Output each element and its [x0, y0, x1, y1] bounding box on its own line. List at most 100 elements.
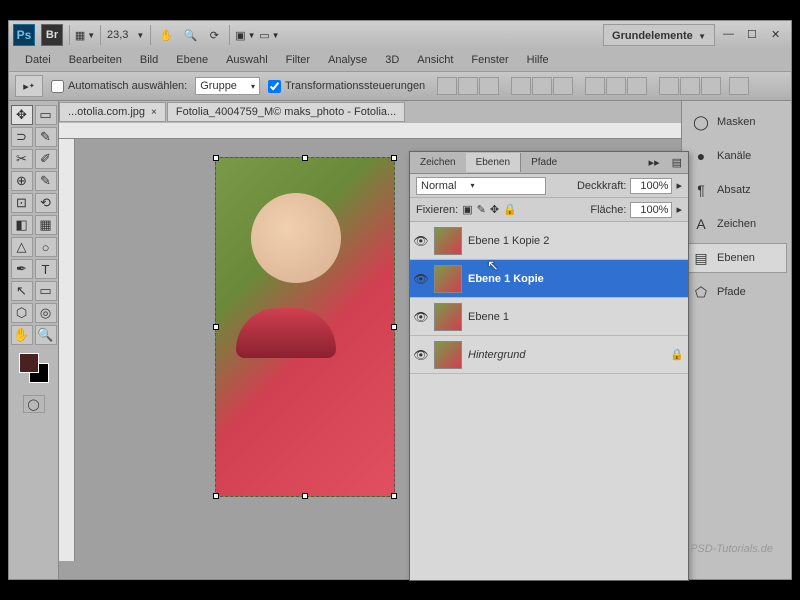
layer-row[interactable]: 👁 Hintergrund 🔒 — [410, 336, 688, 374]
menu-bearbeiten[interactable]: Bearbeiten — [61, 51, 130, 69]
visibility-eye-icon[interactable]: 👁 — [414, 348, 428, 362]
quick-select-tool[interactable]: ✎ — [35, 127, 57, 147]
distribute-btn[interactable] — [585, 77, 605, 95]
blur-tool[interactable]: △ — [11, 237, 33, 257]
menu-3d[interactable]: 3D — [377, 51, 407, 69]
distribute-btn[interactable] — [606, 77, 626, 95]
layer-thumbnail[interactable] — [434, 303, 462, 331]
heal-tool[interactable]: ⊕ — [11, 171, 33, 191]
auto-align-btn[interactable] — [729, 77, 749, 95]
arrange-icon[interactable]: ▣▼ — [236, 26, 254, 44]
align-btn[interactable] — [511, 77, 531, 95]
doc-tab[interactable]: ...otolia.com.jpg× — [59, 102, 166, 122]
hand-tool-icon[interactable]: ✋ — [157, 26, 175, 44]
blend-mode-select[interactable]: Normal▾ — [416, 177, 546, 195]
menu-ebene[interactable]: Ebene — [168, 51, 216, 69]
panel-collapse-icon[interactable]: ▸▸ — [643, 156, 666, 169]
lock-pixels-icon[interactable]: ✎ — [477, 203, 486, 216]
menu-hilfe[interactable]: Hilfe — [519, 51, 557, 69]
menu-filter[interactable]: Filter — [278, 51, 318, 69]
visibility-eye-icon[interactable]: 👁 — [414, 272, 428, 286]
maximize-icon[interactable]: ☐ — [747, 28, 761, 42]
lasso-tool[interactable]: ⊃ — [11, 127, 33, 147]
layer-row[interactable]: 👁 Ebene 1 Kopie — [410, 260, 688, 298]
doc-tab[interactable]: Fotolia_4004759_M© maks_photo - Fotolia.… — [167, 102, 405, 122]
distribute-btn[interactable] — [680, 77, 700, 95]
minimize-icon[interactable]: — — [723, 28, 737, 42]
align-btn[interactable] — [437, 77, 457, 95]
layers-panel[interactable]: Zeichen Ebenen Pfade ▸▸ ▤ Normal▾ Deckkr… — [409, 151, 689, 581]
align-btn[interactable] — [553, 77, 573, 95]
pen-tool[interactable]: ✒ — [11, 259, 33, 279]
type-tool[interactable]: T — [35, 259, 57, 279]
hand-tool[interactable]: ✋ — [11, 325, 33, 345]
opacity-value[interactable]: 100% — [630, 178, 672, 194]
layout-icon[interactable]: ▦▼ — [76, 26, 94, 44]
distribute-btn[interactable] — [627, 77, 647, 95]
lock-position-icon[interactable]: ✥ — [490, 203, 499, 216]
stamp-tool[interactable]: ⊡ — [11, 193, 33, 213]
marquee-tool[interactable]: ▭ — [35, 105, 57, 125]
3d-camera-tool[interactable]: ◎ — [35, 303, 57, 323]
menu-ansicht[interactable]: Ansicht — [409, 51, 461, 69]
quick-mask-icon[interactable]: ◯ — [23, 395, 45, 413]
layer-row[interactable]: 👁 Ebene 1 — [410, 298, 688, 336]
distribute-btn[interactable] — [701, 77, 721, 95]
dock-kanaele[interactable]: ●Kanäle — [686, 141, 787, 171]
layer-thumbnail[interactable] — [434, 341, 462, 369]
tab-pfade[interactable]: Pfade — [521, 153, 567, 172]
close-tab-icon[interactable]: × — [151, 107, 157, 118]
align-btn[interactable] — [532, 77, 552, 95]
shape-tool[interactable]: ▭ — [35, 281, 57, 301]
move-tool[interactable]: ✥ — [11, 105, 33, 125]
crop-tool[interactable]: ✂ — [11, 149, 33, 169]
path-select-tool[interactable]: ↖ — [11, 281, 33, 301]
distribute-btn[interactable] — [659, 77, 679, 95]
tab-ebenen[interactable]: Ebenen — [466, 153, 521, 172]
dock-absatz[interactable]: ¶Absatz — [686, 175, 787, 205]
align-btn[interactable] — [479, 77, 499, 95]
layer-row[interactable]: 👁 Ebene 1 Kopie 2 — [410, 222, 688, 260]
gradient-tool[interactable]: ▦ — [35, 215, 57, 235]
eraser-tool[interactable]: ◧ — [11, 215, 33, 235]
dock-zeichen[interactable]: AZeichen — [686, 209, 787, 239]
menu-datei[interactable]: Datei — [17, 51, 59, 69]
panel-menu-icon[interactable]: ▤ — [666, 156, 688, 169]
close-icon[interactable]: ✕ — [771, 28, 785, 42]
dock-masken[interactable]: ◯Masken — [686, 107, 787, 137]
visibility-eye-icon[interactable]: 👁 — [414, 310, 428, 324]
tab-zeichen[interactable]: Zeichen — [410, 153, 466, 172]
history-brush-tool[interactable]: ⟲ — [35, 193, 57, 213]
dodge-tool[interactable]: ○ — [35, 237, 57, 257]
align-btn[interactable] — [458, 77, 478, 95]
layer-thumbnail[interactable] — [434, 227, 462, 255]
menu-bild[interactable]: Bild — [132, 51, 166, 69]
fill-value[interactable]: 100% — [630, 202, 672, 218]
zoom-dropdown-icon[interactable]: ▼ — [136, 31, 144, 40]
current-tool-icon[interactable]: ▸✦ — [15, 75, 43, 97]
zoom-tool[interactable]: 🔍 — [35, 325, 57, 345]
screen-mode-icon[interactable]: ▭▼ — [260, 26, 278, 44]
eyedropper-tool[interactable]: ✐ — [35, 149, 57, 169]
zoom-tool-icon[interactable]: 🔍 — [181, 26, 199, 44]
rotate-view-icon[interactable]: ⟳ — [205, 26, 223, 44]
photoshop-logo-icon[interactable]: Ps — [13, 24, 35, 46]
color-swatches[interactable] — [19, 353, 49, 383]
dock-ebenen[interactable]: ▤Ebenen — [686, 243, 787, 273]
menu-analyse[interactable]: Analyse — [320, 51, 375, 69]
menu-fenster[interactable]: Fenster — [463, 51, 516, 69]
fill-flyout-icon[interactable]: ▸ — [676, 203, 682, 216]
bridge-logo-icon[interactable]: Br — [41, 24, 63, 46]
auto-select-checkbox[interactable]: Automatisch auswählen: — [51, 80, 187, 93]
image-content[interactable] — [215, 157, 395, 497]
transform-controls-checkbox[interactable]: Transformationssteuerungen — [268, 80, 425, 93]
zoom-value[interactable]: 23,3 — [107, 29, 128, 41]
workspace-selector[interactable]: Grundelemente ▼ — [603, 24, 715, 46]
visibility-eye-icon[interactable]: 👁 — [414, 234, 428, 248]
menu-auswahl[interactable]: Auswahl — [218, 51, 276, 69]
lock-transparency-icon[interactable]: ▣ — [462, 203, 472, 216]
auto-select-type[interactable]: Gruppe▾ — [195, 77, 260, 95]
dock-pfade[interactable]: ⬠Pfade — [686, 277, 787, 307]
lock-all-icon[interactable]: 🔒 — [503, 203, 517, 216]
3d-tool[interactable]: ⬡ — [11, 303, 33, 323]
